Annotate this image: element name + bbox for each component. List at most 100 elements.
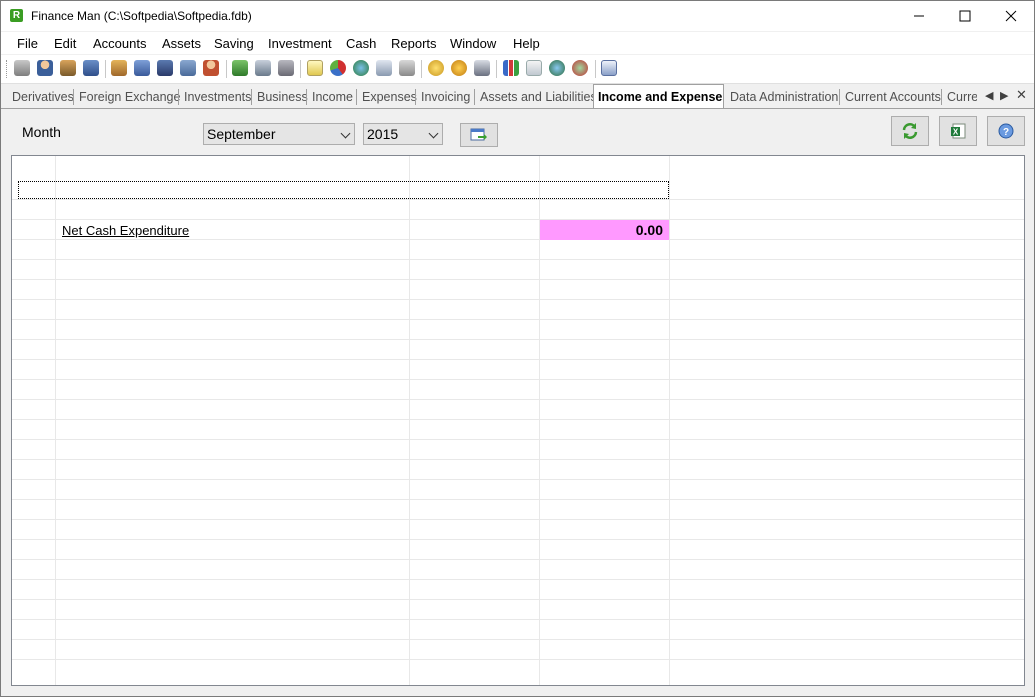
tab-close-icon[interactable]: ✕ (1016, 87, 1027, 103)
maximize-button[interactable] (942, 1, 988, 31)
car-money-icon[interactable] (83, 60, 99, 76)
new-document-icon[interactable] (307, 60, 323, 76)
grid-row-line (12, 239, 1024, 240)
grid-row-line (12, 439, 1024, 440)
globe-refresh-icon[interactable] (572, 60, 588, 76)
window-title: Finance Man (C:\Softpedia\Softpedia.fdb) (31, 9, 252, 23)
building-icon[interactable] (14, 60, 30, 76)
tab-divider (474, 89, 475, 105)
toolbar (1, 55, 1034, 84)
report-grid: Net Cash Expenditure 0.00 (11, 155, 1025, 686)
tab-business[interactable]: Business (257, 87, 308, 107)
computer-icon[interactable] (180, 60, 196, 76)
menu-bar: File Edit Accounts Assets Saving Investm… (1, 32, 1034, 54)
grid-row-line (12, 279, 1024, 280)
refresh-button[interactable] (891, 116, 929, 146)
title-bar: R Finance Man (C:\Softpedia\Softpedia.fd… (1, 1, 1034, 31)
toolbar-grip[interactable] (6, 60, 10, 78)
grid-row-line (12, 259, 1024, 260)
month-select-value: September (207, 126, 276, 142)
year-select[interactable]: 2015 (363, 123, 443, 145)
bar-chart-icon[interactable] (503, 60, 519, 76)
menu-investment[interactable]: Investment (268, 36, 332, 51)
tab-income-and-expenses[interactable]: Income and Expenses (593, 84, 724, 108)
grid-column-line (55, 156, 56, 685)
grid-row-line (12, 419, 1024, 420)
selected-header-row[interactable] (18, 181, 669, 199)
app-icon: R (10, 9, 23, 22)
menu-cash[interactable]: Cash (346, 36, 376, 51)
grid-row-line (12, 659, 1024, 660)
toolbar-separator (105, 60, 106, 78)
house-money-icon[interactable] (60, 60, 76, 76)
tab-divider (73, 89, 74, 105)
tab-derivatives[interactable]: Derivatives (12, 87, 74, 107)
grid-row-line (12, 299, 1024, 300)
month-label: Month (22, 124, 61, 140)
menu-assets[interactable]: Assets (162, 36, 201, 51)
calculator-icon[interactable] (474, 60, 490, 76)
close-button[interactable] (988, 1, 1034, 31)
pie-chart-icon[interactable] (330, 60, 346, 76)
menu-help[interactable]: Help (513, 36, 540, 51)
export-excel-button[interactable]: X (939, 116, 977, 146)
tab-divider (839, 89, 840, 105)
document-icon[interactable] (376, 60, 392, 76)
coins-star-icon[interactable] (451, 60, 467, 76)
tab-scroll-right-icon[interactable]: ▶ (1000, 89, 1008, 102)
tab-data-administration[interactable]: Data Administration (730, 87, 838, 107)
toolbar-separator (496, 60, 497, 78)
help-button[interactable]: ? (987, 116, 1025, 146)
grid-row-line (12, 199, 1024, 200)
menu-window[interactable]: Window (450, 36, 496, 51)
grid-row-line (12, 219, 1024, 220)
tab-scroll-left-icon[interactable]: ◀ (985, 89, 993, 102)
svg-text:X: X (953, 128, 959, 137)
truck-icon[interactable] (157, 60, 173, 76)
car-icon[interactable] (134, 60, 150, 76)
coins-icon[interactable] (428, 60, 444, 76)
menu-edit[interactable]: Edit (54, 36, 76, 51)
printer-icon[interactable] (255, 60, 271, 76)
house-icon[interactable] (111, 60, 127, 76)
grid-row-line (12, 639, 1024, 640)
svg-text:?: ? (1003, 127, 1009, 138)
tab-investments[interactable]: Investments (184, 87, 251, 107)
tab-income[interactable]: Income (312, 87, 353, 107)
toolbar-separator (421, 60, 422, 78)
globe-icon[interactable] (353, 60, 369, 76)
menu-file[interactable]: File (17, 36, 38, 51)
scanner-icon[interactable] (278, 60, 294, 76)
tab-foreign-exchange[interactable]: Foreign Exchange (79, 87, 180, 107)
toolbar-separator (595, 60, 596, 78)
menu-accounts[interactable]: Accounts (93, 36, 146, 51)
tab-current-accounts[interactable]: Current Accounts (845, 87, 941, 107)
net-cash-expenditure-value[interactable]: 0.00 (540, 220, 669, 240)
tab-invoicing[interactable]: Invoicing (421, 87, 470, 107)
tab-divider (356, 89, 357, 105)
grid-row-line (12, 539, 1024, 540)
menu-reports[interactable]: Reports (391, 36, 437, 51)
grid-row-line (12, 519, 1024, 520)
minimize-button[interactable] (896, 1, 942, 31)
menu-saving[interactable]: Saving (214, 36, 254, 51)
year-select-value: 2015 (367, 126, 399, 142)
tab-expenses[interactable]: Expenses (362, 87, 417, 107)
month-select[interactable]: September (203, 123, 355, 145)
person-icon[interactable] (37, 60, 53, 76)
apply-filter-button[interactable] (460, 123, 498, 147)
net-cash-expenditure-link[interactable]: Net Cash Expenditure (62, 223, 189, 238)
safe-icon[interactable] (399, 60, 415, 76)
grid-row-line (12, 339, 1024, 340)
money-stack-icon[interactable] (232, 60, 248, 76)
tab-truncated[interactable]: Curre (947, 87, 977, 107)
person-card-icon[interactable] (203, 60, 219, 76)
tab-assets-and-liabilities[interactable]: Assets and Liabilities (480, 87, 597, 107)
export-document-icon[interactable] (526, 60, 542, 76)
grid-column-line (669, 156, 670, 685)
income-expenses-panel: Month September 2015 X ? Net Cash Expend… (1, 109, 1034, 696)
maximize-icon (959, 10, 971, 22)
globe-search-icon[interactable] (549, 60, 565, 76)
tab-divider (415, 89, 416, 105)
card-icon[interactable] (601, 60, 617, 76)
